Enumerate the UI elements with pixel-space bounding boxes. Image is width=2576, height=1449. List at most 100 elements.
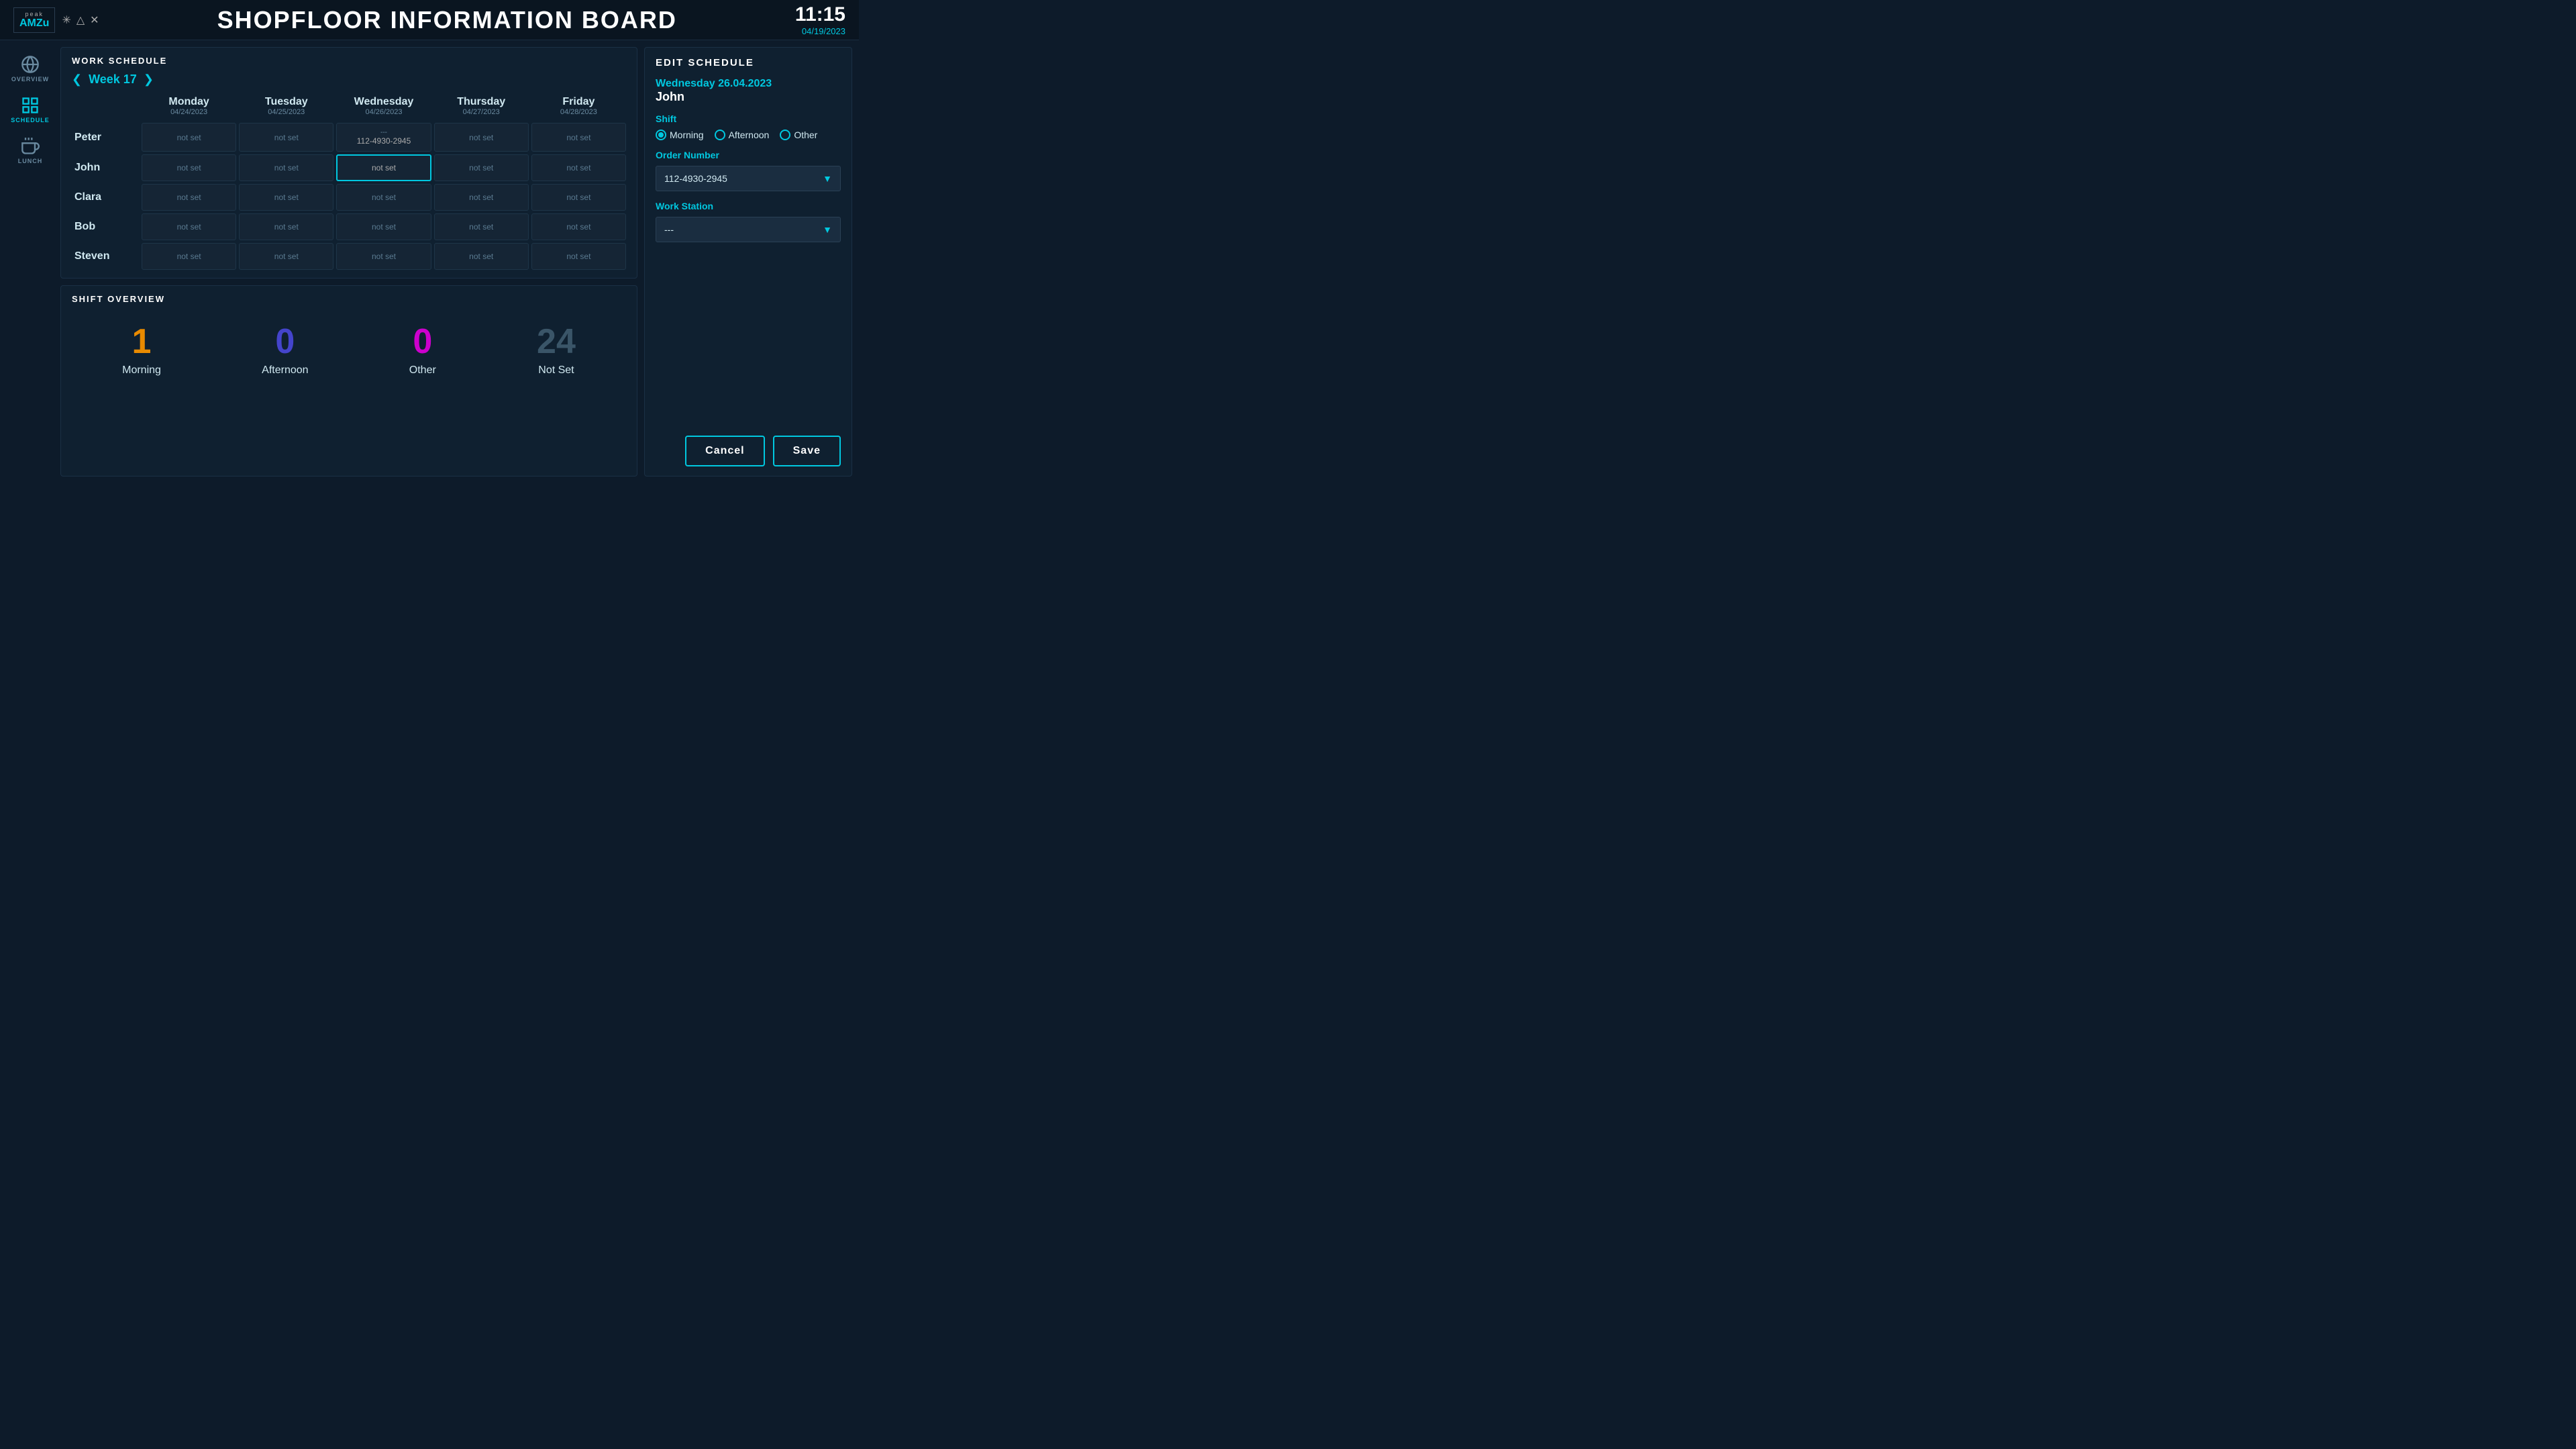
sidebar-label-lunch: LUNCH <box>18 158 43 164</box>
main-layout: OVERVIEW SCHEDULE LUNCH WOR <box>0 40 859 483</box>
date-thursday: 04/27/2023 <box>434 108 529 116</box>
row-name-steven: Steven <box>72 243 139 270</box>
edit-date: Wednesday 26.04.2023 <box>656 78 841 90</box>
shift-radio-group: Morning Afternoon Other <box>656 130 841 140</box>
shift-overview-title: SHIFT OVERVIEW <box>72 294 626 304</box>
date-display: 04/19/2023 <box>795 26 845 36</box>
order-number-dropdown[interactable]: 112-4930-2945 ▼ <box>656 166 841 191</box>
cell-steven-mon[interactable]: not set <box>142 243 236 270</box>
sidebar-label-overview: OVERVIEW <box>11 76 49 83</box>
cell-clara-tue[interactable]: not set <box>239 184 333 211</box>
week-label: Week 17 <box>89 72 137 87</box>
stat-other: 0 Other <box>409 324 436 377</box>
clock-display: 11:15 <box>795 3 845 26</box>
cell-clara-wed[interactable]: not set <box>336 184 431 211</box>
edit-title: EDIT SCHEDULE <box>656 57 841 68</box>
stat-afternoon: 0 Afternoon <box>262 324 308 377</box>
sidebar-item-schedule[interactable]: SCHEDULE <box>10 91 50 129</box>
cell-john-fri[interactable]: not set <box>531 154 626 181</box>
header-time: 11:15 04/19/2023 <box>795 3 845 36</box>
radio-afternoon[interactable]: Afternoon <box>715 130 770 140</box>
cell-bob-mon[interactable]: not set <box>142 213 236 240</box>
cell-john-wed[interactable]: not set <box>336 154 431 181</box>
page-title: SHOPFLOOR INFORMATION BOARD <box>99 6 795 34</box>
date-friday: 04/28/2023 <box>531 108 626 116</box>
cancel-button[interactable]: Cancel <box>685 436 764 466</box>
radio-morning-circle <box>656 130 666 140</box>
header-left: peak AMZu ✳ △ ✕ <box>13 7 99 33</box>
cell-john-tue[interactable]: not set <box>239 154 333 181</box>
edit-person: John <box>656 90 841 104</box>
next-week-button[interactable]: ❯ <box>144 72 154 87</box>
close-icon[interactable]: ✕ <box>90 13 99 27</box>
header-icons: ✳ △ ✕ <box>62 13 99 27</box>
cell-peter-wed[interactable]: --- 112-4930-2945 <box>336 123 431 152</box>
col-header-friday: Friday 04/28/2023 <box>531 96 626 120</box>
cell-bob-tue[interactable]: not set <box>239 213 333 240</box>
action-buttons: Cancel Save <box>656 436 841 466</box>
morning-label: Morning <box>122 364 161 377</box>
date-monday: 04/24/2023 <box>142 108 236 116</box>
date-tuesday: 04/25/2023 <box>239 108 333 116</box>
prev-week-button[interactable]: ❮ <box>72 72 82 87</box>
order-number-value: 112-4930-2945 <box>664 173 727 184</box>
sidebar-item-overview[interactable]: OVERVIEW <box>10 50 50 88</box>
cell-bob-fri[interactable]: not set <box>531 213 626 240</box>
shift-overview-panel: SHIFT OVERVIEW 1 Morning 0 Afternoon 0 O… <box>60 285 637 477</box>
week-navigation: ❮ Week 17 ❯ <box>72 72 626 87</box>
workstation-dropdown[interactable]: --- ▼ <box>656 217 841 242</box>
radio-afternoon-circle <box>715 130 725 140</box>
radio-morning[interactable]: Morning <box>656 130 704 140</box>
col-header-tuesday: Tuesday 04/25/2023 <box>239 96 333 120</box>
stat-morning: 1 Morning <box>122 324 161 377</box>
afternoon-count: 0 <box>275 324 295 359</box>
logo-bottom: AMZu <box>19 17 49 30</box>
notset-label: Not Set <box>538 364 574 377</box>
cell-steven-fri[interactable]: not set <box>531 243 626 270</box>
other-count: 0 <box>413 324 432 359</box>
cell-john-thu[interactable]: not set <box>434 154 529 181</box>
row-name-bob: Bob <box>72 213 139 240</box>
cell-bob-thu[interactable]: not set <box>434 213 529 240</box>
workstation-section: Work Station --- ▼ <box>656 201 841 242</box>
shift-stats: 1 Morning 0 Afternoon 0 Other 24 Not Set <box>72 311 626 377</box>
day-thursday: Thursday <box>434 96 529 108</box>
content-area: WORK SCHEDULE ❮ Week 17 ❯ Monday 04/24/2… <box>60 47 637 477</box>
save-button[interactable]: Save <box>773 436 841 466</box>
day-tuesday: Tuesday <box>239 96 333 108</box>
cell-clara-fri[interactable]: not set <box>531 184 626 211</box>
sidebar-label-schedule: SCHEDULE <box>11 117 50 123</box>
schedule-grid: Monday 04/24/2023 Tuesday 04/25/2023 Wed… <box>72 96 626 270</box>
radio-other-label: Other <box>794 130 817 140</box>
cell-clara-thu[interactable]: not set <box>434 184 529 211</box>
cell-peter-fri[interactable]: not set <box>531 123 626 152</box>
afternoon-label: Afternoon <box>262 364 308 377</box>
sidebar-item-lunch[interactable]: LUNCH <box>10 132 50 170</box>
order-number-label: Order Number <box>656 150 841 160</box>
row-name-peter: Peter <box>72 123 139 152</box>
radio-morning-label: Morning <box>670 130 704 140</box>
workstation-label: Work Station <box>656 201 841 211</box>
workstation-value: --- <box>664 224 674 235</box>
day-wednesday: Wednesday <box>336 96 431 108</box>
cell-peter-mon[interactable]: not set <box>142 123 236 152</box>
cell-peter-tue[interactable]: not set <box>239 123 333 152</box>
asterisk-icon[interactable]: ✳ <box>62 13 70 27</box>
cell-steven-tue[interactable]: not set <box>239 243 333 270</box>
logo-top: peak <box>25 11 44 17</box>
date-wednesday: 04/26/2023 <box>336 108 431 116</box>
cell-clara-mon[interactable]: not set <box>142 184 236 211</box>
warning-icon[interactable]: △ <box>76 13 85 27</box>
col-header-wednesday: Wednesday 04/26/2023 <box>336 96 431 120</box>
cell-bob-wed[interactable]: not set <box>336 213 431 240</box>
shift-section-label: Shift <box>656 113 841 124</box>
cell-john-mon[interactable]: not set <box>142 154 236 181</box>
radio-other[interactable]: Other <box>780 130 817 140</box>
cell-steven-wed[interactable]: not set <box>336 243 431 270</box>
col-header-monday: Monday 04/24/2023 <box>142 96 236 120</box>
cell-steven-thu[interactable]: not set <box>434 243 529 270</box>
cell-peter-thu[interactable]: not set <box>434 123 529 152</box>
other-label: Other <box>409 364 436 377</box>
workstation-arrow-icon: ▼ <box>823 224 832 235</box>
radio-afternoon-label: Afternoon <box>729 130 770 140</box>
